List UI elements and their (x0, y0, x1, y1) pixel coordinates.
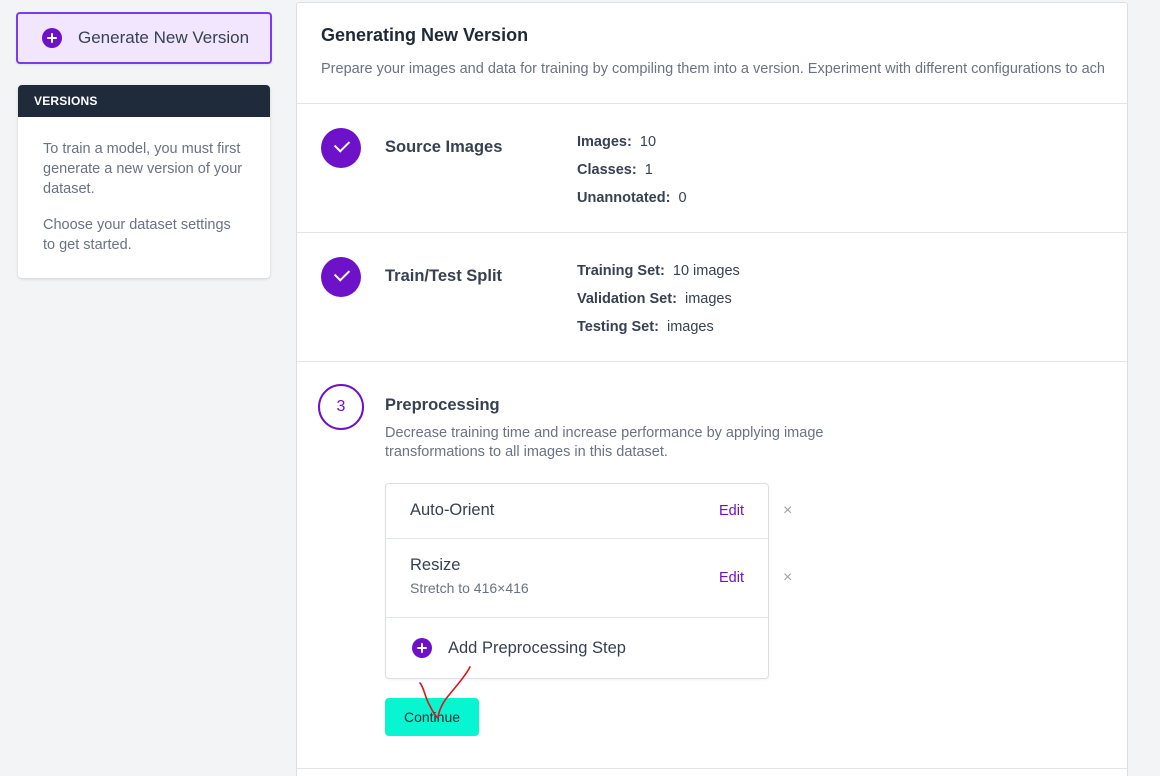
plus-circle-icon (42, 28, 62, 48)
stat-value: images (684, 291, 732, 307)
stat-label: Training Set: (577, 263, 665, 279)
versions-help-text: To train a model, you must first generat… (43, 141, 243, 197)
generate-version-panel: Generating New Version Prepare your imag… (296, 2, 1128, 776)
stat-row: Images: 10 (577, 132, 687, 160)
step-name: Resize (410, 556, 461, 574)
add-preprocessing-step-button[interactable]: Add Preprocessing Step (386, 618, 768, 678)
preprocessing-step-auto-orient: Auto-Orient Edit (386, 484, 768, 539)
train-test-split-section[interactable]: Train/Test Split Training Set: 10 images… (297, 233, 1127, 362)
page-subtitle: Prepare your images and data for trainin… (321, 61, 1105, 77)
remove-auto-orient-icon[interactable]: × (783, 503, 792, 519)
preprocessing-step-resize: Resize Stretch to 416×416 Edit (386, 539, 768, 618)
continue-button[interactable]: Continue (385, 698, 479, 736)
checkmark-icon (321, 257, 361, 297)
source-images-section[interactable]: Source Images Images: 10 Classes: 1 Unan… (297, 104, 1127, 233)
stat-label: Testing Set: (577, 319, 659, 335)
split-stats: Training Set: 10 images Validation Set: … (577, 261, 740, 345)
stat-value: 0 (678, 190, 687, 206)
stat-row: Classes: 1 (577, 160, 687, 188)
versions-help-text-2: Choose your dataset settings to get star… (43, 217, 231, 253)
step-detail: Stretch to 416×416 (410, 580, 529, 596)
edit-resize-link[interactable]: Edit (719, 570, 744, 586)
remove-resize-icon[interactable]: × (783, 570, 792, 586)
stat-row: Training Set: 10 images (577, 261, 740, 289)
versions-panel: VERSIONS To train a model, you must firs… (18, 85, 270, 278)
add-preprocessing-step-label: Add Preprocessing Step (448, 638, 626, 657)
step-name: Auto-Orient (410, 501, 495, 519)
preprocessing-steps-list: Auto-Orient Edit Resize Stretch to 416×4… (385, 483, 769, 679)
stat-value: images (666, 319, 714, 335)
stat-value: 10 images (672, 263, 740, 279)
source-images-stats: Images: 10 Classes: 1 Unannotated: 0 (577, 132, 687, 216)
preprocessing-description: Decrease training time and increase perf… (385, 425, 824, 460)
stat-row: Testing Set: images (577, 317, 740, 345)
train-test-split-title: Train/Test Split (385, 267, 503, 285)
plus-circle-icon (412, 638, 432, 658)
stat-row: Unannotated: 0 (577, 188, 687, 216)
stat-value: 10 (639, 134, 657, 150)
preprocessing-section: 3 Preprocessing Decrease training time a… (297, 362, 1127, 769)
stat-label: Unannotated: (577, 190, 671, 206)
stat-label: Validation Set: (577, 291, 677, 307)
generate-new-version-button[interactable]: Generate New Version (16, 12, 272, 64)
panel-header: Generating New Version Prepare your imag… (297, 3, 1127, 104)
preprocessing-title: Preprocessing (385, 396, 500, 414)
source-images-title: Source Images (385, 138, 503, 156)
checkmark-icon (321, 128, 361, 168)
stat-label: Classes: (577, 162, 637, 178)
step-number-badge: 3 (318, 384, 364, 430)
page-title: Generating New Version (321, 25, 529, 45)
generate-new-version-label: Generate New Version (78, 28, 250, 47)
versions-header: VERSIONS (18, 85, 270, 117)
stat-label: Images: (577, 134, 632, 150)
edit-auto-orient-link[interactable]: Edit (719, 503, 744, 519)
stat-value: 1 (644, 162, 653, 178)
stat-row: Validation Set: images (577, 289, 740, 317)
